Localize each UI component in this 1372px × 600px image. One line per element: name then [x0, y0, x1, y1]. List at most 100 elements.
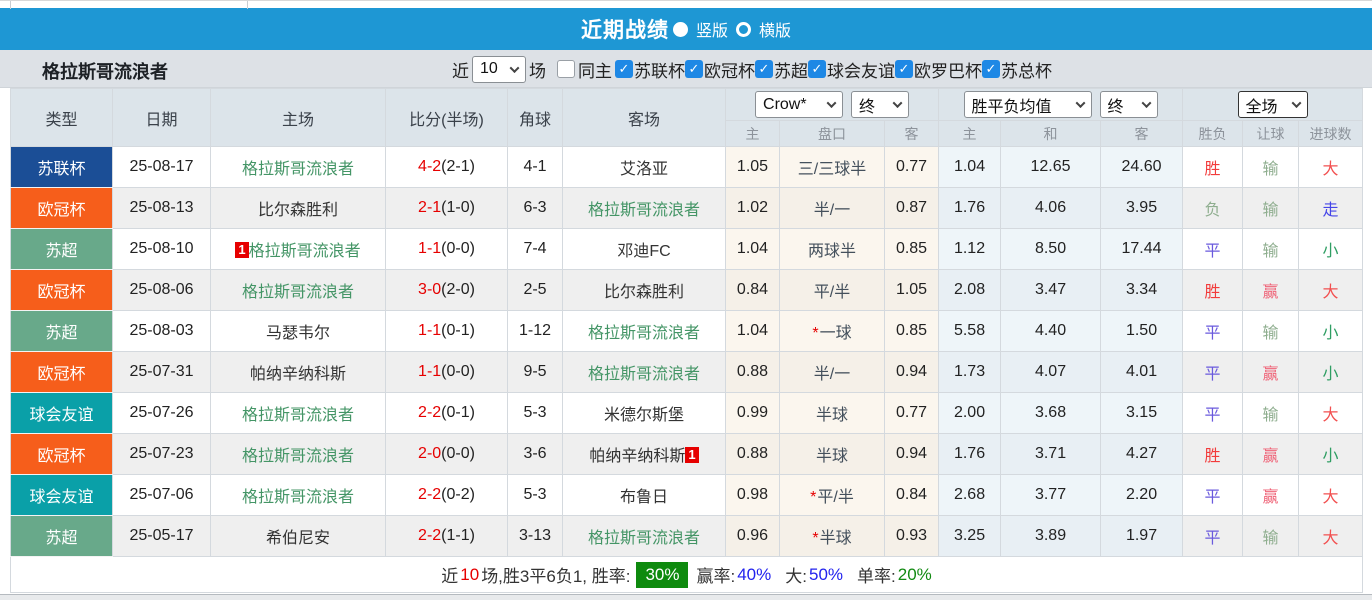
- league-cell: 欧冠杯: [10, 351, 113, 393]
- scope-select[interactable]: 全场: [1237, 91, 1308, 118]
- chevron-down-icon: [1291, 98, 1301, 109]
- date-cell: 25-08-13: [112, 187, 211, 229]
- home-team-cell: 格拉斯哥流浪者: [210, 269, 386, 311]
- header-group-row: 类型 日期 主场 比分(半场) 角球 客场 Crow* 终 胜平负均值 终 全场: [10, 88, 1364, 147]
- checkbox-checked-icon[interactable]: ✓: [615, 60, 633, 78]
- goals-result-cell: 小: [1298, 433, 1364, 475]
- filter-bar: 格拉斯哥流浪者 近 10 场 同主 ✓ 苏联杯 ✓ 欧冠杯 ✓ 苏超 ✓ 球会友…: [0, 50, 1372, 88]
- radio-selected-icon[interactable]: [672, 21, 688, 37]
- avg-home-cell: 1.76: [938, 187, 1002, 229]
- avg-draw-cell: 3.77: [1000, 474, 1102, 516]
- home-team-name: 格拉斯哥流浪者: [241, 161, 354, 178]
- odds-company-select[interactable]: Crow*: [755, 91, 844, 118]
- odds-home-cell: 0.88: [725, 433, 780, 475]
- halftime-score: (1-1): [441, 527, 475, 544]
- halftime-score: (0-2): [441, 486, 475, 503]
- sub-header-avg-draw: 和: [1000, 120, 1102, 147]
- fulltime-score: 2-2: [418, 527, 442, 544]
- avg-odds-select[interactable]: 胜平负均值: [963, 91, 1092, 118]
- score-cell: 2-1(1-0): [385, 187, 508, 229]
- odds-away-cell: 0.94: [883, 433, 940, 475]
- corner-cell: 5-3: [507, 474, 563, 516]
- league-filter[interactable]: ✓ 苏联杯: [615, 57, 685, 82]
- league-filter-label: 苏联杯: [634, 61, 685, 81]
- goals-result-cell: 小: [1298, 228, 1364, 270]
- handicap-result-cell: 赢: [1242, 269, 1300, 311]
- sub-header-result: 胜负: [1182, 120, 1244, 147]
- avg-draw-cell: 12.65: [1000, 146, 1102, 188]
- checkbox-checked-icon[interactable]: ✓: [685, 60, 703, 78]
- big-label: 大:: [785, 567, 807, 586]
- handicap-result-cell: 输: [1242, 310, 1300, 352]
- table-row: 欧冠杯 25-07-23 格拉斯哥流浪者 2-0(0-0) 3-6 帕纳辛纳科斯…: [10, 433, 1364, 475]
- corner-cell: 2-5: [507, 269, 563, 311]
- score-cell: 3-0(2-0): [385, 269, 508, 311]
- home-team-name: 马瑟韦尔: [265, 325, 330, 342]
- goals-result-cell: 走: [1298, 187, 1364, 229]
- avg-away-cell: 3.34: [1100, 269, 1184, 311]
- away-team-cell: 比尔森胜利: [562, 269, 726, 311]
- radio-unselected-icon[interactable]: [736, 21, 751, 37]
- goals-result-cell: 小: [1298, 310, 1364, 352]
- league-filter[interactable]: ✓ 球会友谊: [808, 57, 895, 82]
- matches-count-select[interactable]: 10: [472, 55, 526, 83]
- sub-header-handicap-result: 让球: [1242, 120, 1300, 147]
- avg-state-select[interactable]: 终: [1099, 91, 1158, 118]
- home-team-cell: 希伯尼安: [210, 515, 386, 557]
- odds-home-cell: 1.02: [725, 187, 780, 229]
- league-filter-label: 欧罗巴杯: [914, 61, 982, 81]
- result-cell: 平: [1182, 228, 1244, 270]
- league-filter-label: 欧冠杯: [704, 61, 755, 81]
- odds-state-select[interactable]: 终: [851, 91, 910, 118]
- col-header-corner: 角球: [507, 88, 563, 147]
- handicap-text: 平/半: [813, 284, 851, 301]
- odds-home-cell: 1.04: [725, 228, 780, 270]
- table-row: 苏联杯 25-08-17 格拉斯哥流浪者 4-2(2-1) 4-1 艾洛亚 1.…: [10, 146, 1364, 188]
- away-team-cell: 帕纳辛纳科斯 1: [562, 433, 726, 475]
- league-filter-group: ✓ 苏联杯 ✓ 欧冠杯 ✓ 苏超 ✓ 球会友谊 ✓ 欧罗巴杯 ✓ 苏总杯: [615, 57, 1052, 82]
- avg-home-cell: 2.68: [938, 474, 1002, 516]
- home-team-name: 帕纳辛纳科斯: [249, 366, 346, 383]
- handicap-cell: 半球: [779, 392, 885, 434]
- away-team-name: 邓迪FC: [617, 243, 671, 260]
- layout-vertical-option[interactable]: 竖版: [696, 17, 728, 41]
- checkbox-checked-icon[interactable]: ✓: [755, 60, 773, 78]
- score-cell: 1-1(0-0): [385, 351, 508, 393]
- away-team-name: 布鲁日: [619, 489, 668, 506]
- date-cell: 25-08-17: [112, 146, 211, 188]
- checkbox-checked-icon[interactable]: ✓: [982, 60, 1000, 78]
- handicap-cell: *一球: [779, 310, 885, 352]
- league-filter[interactable]: ✓ 欧冠杯: [685, 57, 755, 82]
- result-cell: 平: [1182, 351, 1244, 393]
- avg-away-cell: 2.20: [1100, 474, 1184, 516]
- handicap-result-cell: 输: [1242, 392, 1300, 434]
- same-host-label: 同主: [578, 61, 612, 81]
- same-host-checkbox[interactable]: [557, 60, 575, 78]
- handicap-cell: *平/半: [779, 474, 885, 516]
- divider: [10, 1, 11, 9]
- away-team-cell: 格拉斯哥流浪者: [562, 310, 726, 352]
- league-filter[interactable]: ✓ 苏总杯: [982, 57, 1052, 82]
- checkbox-checked-icon[interactable]: ✓: [808, 60, 826, 78]
- sub-header-odds-away: 客: [883, 120, 940, 147]
- summary-row: 近 10 场,胜3平6负1, 胜率: 30% 赢率: 40% 大: 50% 单率…: [9, 556, 1364, 593]
- corner-cell: 3-6: [507, 433, 563, 475]
- fulltime-score: 2-0: [418, 445, 442, 462]
- league-filter[interactable]: ✓ 欧罗巴杯: [895, 57, 982, 82]
- avg-home-cell: 1.12: [938, 228, 1002, 270]
- win-rate-badge: 30%: [636, 561, 689, 588]
- avg-away-cell: 17.44: [1100, 228, 1184, 270]
- summary-near-label: 近: [441, 567, 459, 586]
- home-team-name: 格拉斯哥流浪者: [241, 407, 354, 424]
- avg-home-cell: 3.25: [938, 515, 1002, 557]
- away-team-cell: 艾洛亚: [562, 146, 726, 188]
- checkbox-checked-icon[interactable]: ✓: [895, 60, 913, 78]
- results-table-wrap: 类型 日期 主场 比分(半场) 角球 客场 Crow* 终 胜平负均值 终 全场…: [0, 88, 1372, 593]
- league-filter[interactable]: ✓ 苏超: [755, 57, 808, 82]
- halftime-score: (0-1): [441, 322, 475, 339]
- layout-horizontal-option[interactable]: 横版: [759, 17, 791, 41]
- avg-home-cell: 2.00: [938, 392, 1002, 434]
- goals-result-cell: 小: [1298, 351, 1364, 393]
- avg-home-cell: 2.08: [938, 269, 1002, 311]
- fulltime-score: 1-1: [418, 363, 442, 380]
